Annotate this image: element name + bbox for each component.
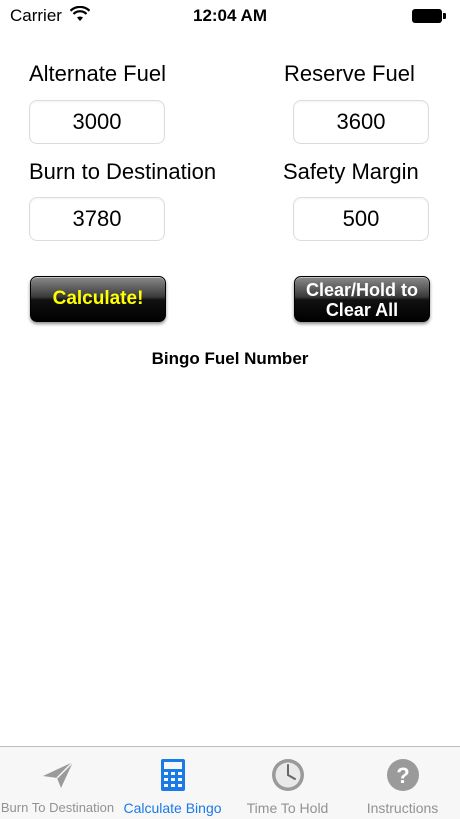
safety-margin-field[interactable]: 500 — [293, 197, 429, 241]
alternate-fuel-field[interactable]: 3000 — [29, 100, 165, 144]
tab-label: Burn To Destination — [0, 800, 115, 815]
clear-button-line1: Clear/Hold to — [305, 280, 418, 300]
calculator-icon — [155, 757, 191, 793]
safety-margin-label: Safety Margin — [283, 159, 419, 184]
tab-label: Calculate Bingo — [123, 800, 222, 816]
status-bar: Carrier 12:04 AM — [0, 0, 460, 34]
clock-icon — [270, 757, 306, 793]
battery-icon — [412, 9, 446, 23]
reserve-fuel-label: Reserve Fuel — [284, 61, 415, 86]
svg-text:?: ? — [396, 763, 409, 788]
tab-instructions[interactable]: ? Instructions — [345, 747, 460, 819]
status-time: 12:04 AM — [192, 6, 267, 25]
question-icon: ? — [385, 757, 421, 793]
alternate-fuel-label: Alternate Fuel — [29, 61, 166, 86]
reserve-fuel-field[interactable]: 3600 — [293, 100, 429, 144]
tab-time-to-hold[interactable]: Time To Hold — [230, 747, 345, 819]
tab-burn-to-destination[interactable]: Burn To Destination — [0, 747, 115, 819]
bingo-fuel-number-title: Bingo Fuel Number — [151, 349, 309, 368]
paper-plane-icon — [40, 757, 76, 793]
tab-bar: Burn To Destination Calculate Bingo Time… — [0, 746, 460, 819]
tab-label: Instructions — [366, 800, 439, 816]
burn-to-destination-label: Burn to Destination — [29, 159, 217, 184]
clear-button[interactable]: Clear/Hold to Clear All — [294, 276, 430, 322]
burn-to-destination-field[interactable]: 3780 — [29, 197, 165, 241]
calculate-button[interactable]: Calculate! — [30, 276, 166, 322]
tab-label: Time To Hold — [246, 800, 329, 816]
tab-calculate-bingo[interactable]: Calculate Bingo — [115, 747, 230, 819]
clear-button-line2: Clear All — [325, 300, 399, 320]
